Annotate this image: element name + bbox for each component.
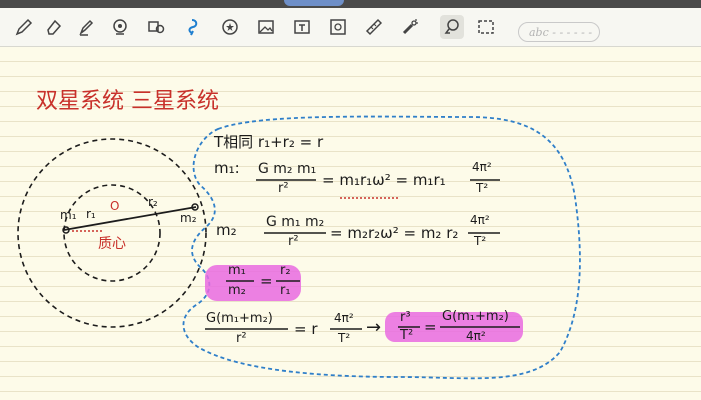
m2-eq-num: G m₁ m₂ — [266, 214, 325, 230]
orbit-line — [63, 206, 197, 231]
diagram-r2-label: r₂ — [148, 195, 158, 209]
m1-eq-mid: = m₁r₁ω² = m₁r₁ — [322, 171, 446, 189]
status-pill — [284, 0, 344, 6]
m1-eq-right-num: 4π² — [472, 160, 492, 174]
m1-eq-den: r² — [278, 181, 289, 196]
search-input[interactable]: abc - - - - - - — [518, 22, 600, 42]
eraser-icon[interactable] — [42, 15, 66, 39]
m2-eq-right-num: 4π² — [470, 213, 490, 227]
m2-eq-den: r² — [288, 234, 299, 249]
diagram-m1-label: m₁ — [60, 208, 77, 222]
lasso-active-icon[interactable] — [180, 15, 204, 39]
final-right-den: 4π² — [466, 329, 486, 343]
textbox-icon[interactable] — [290, 15, 314, 39]
m2-eq-mid: = m₂r₂ω² = m₂ r₂ — [330, 224, 459, 242]
same-period-line: T相同 r₁+r₂ = r — [214, 133, 324, 151]
laser-icon[interactable] — [398, 15, 422, 39]
ruler-icon[interactable] — [362, 15, 386, 39]
note-title: 双星系统 三星系统 — [36, 89, 219, 114]
ratio-den: m₂ — [228, 283, 246, 298]
diagram-r1-label: r₁ — [86, 207, 96, 221]
shape-icon[interactable] — [108, 15, 132, 39]
final-mid-den: T² — [338, 331, 351, 345]
ratio-r-num: r₂ — [280, 263, 291, 278]
selection-tool-icon[interactable] — [440, 15, 464, 39]
diagram-center-o: O — [110, 199, 120, 213]
final-mid-num: 4π² — [334, 311, 354, 325]
final-T2: T² — [400, 328, 414, 343]
ratio-num: m₁ — [228, 263, 246, 278]
image-icon[interactable] — [254, 15, 278, 39]
m2-label: m₂ — [216, 221, 237, 239]
m2-eq-right-den: T² — [474, 234, 487, 248]
ratio-r-den: r₁ — [280, 283, 291, 298]
highlighter-icon[interactable] — [74, 15, 98, 39]
final-r3: r³ — [400, 310, 411, 325]
sticker-icon[interactable] — [218, 15, 242, 39]
pen-icon[interactable] — [12, 15, 36, 39]
ratio-equals: = — [260, 272, 273, 290]
lasso-icon[interactable] — [144, 15, 168, 39]
diagram-m2-label: m₂ — [180, 211, 197, 225]
final-right-num: G(m₁+m₂) — [442, 309, 509, 324]
status-bar — [0, 0, 701, 8]
final-left-num: G(m₁+m₂) — [206, 311, 273, 326]
final-left-den: r² — [236, 331, 247, 346]
final-arrow: → — [366, 317, 382, 338]
diagram-center-label: 质心 — [98, 236, 126, 252]
toolbar: abc - - - - - - — [0, 8, 701, 47]
final-mid: = r — [294, 320, 318, 338]
m1-label: m₁: — [214, 159, 240, 177]
note-canvas[interactable]: 双星系统 三星系统 m₁ r₁ O r₂ m₂ 质心 T相同 r₁+r₂ = r… — [0, 47, 701, 400]
final-equals: = — [424, 318, 437, 336]
m1-eq-num: G m₂ m₁ — [258, 161, 317, 177]
scan-icon[interactable] — [326, 15, 350, 39]
select-rect-icon[interactable] — [474, 15, 498, 39]
m1-eq-right-den: T² — [476, 181, 489, 195]
